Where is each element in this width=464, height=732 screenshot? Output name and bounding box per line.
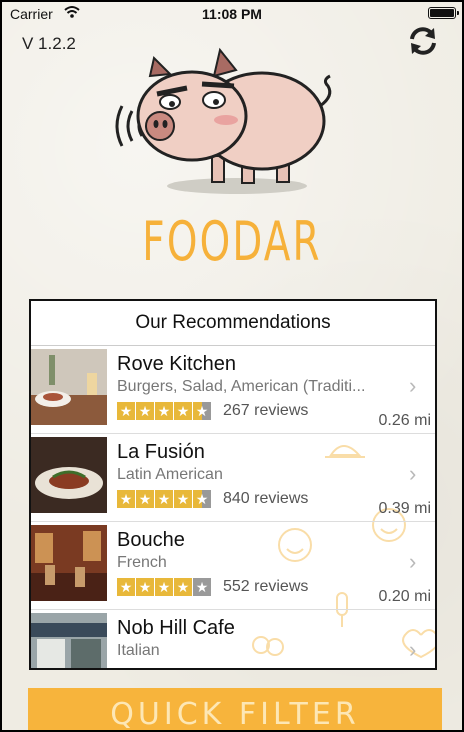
star-icon: ★	[136, 490, 154, 508]
quick-filter-button[interactable]: QUICK FILTER	[28, 688, 442, 730]
star-icon: ★	[193, 578, 211, 596]
distance-label: 0.26 mi	[378, 412, 431, 429]
chevron-right-icon: ›	[409, 637, 417, 662]
star-icon: ★	[193, 402, 211, 420]
app-version: V 1.2.2	[22, 34, 76, 53]
chevron-right-icon: ›	[409, 461, 417, 486]
distance-label: 0.39 mi	[378, 500, 431, 517]
restaurant-name: Rove Kitchen	[117, 353, 236, 375]
recommendations-card: Our Recommendations Rove Kitchen Burgers…	[29, 299, 437, 670]
app-screen: Carrier 11:08 PM V 1.2.2 FOODAR Our Reco…	[2, 2, 462, 730]
review-count: 840 reviews	[223, 490, 309, 507]
star-icon: ★	[174, 490, 192, 508]
restaurant-category: French	[117, 554, 167, 571]
star-icon: ★	[117, 578, 135, 596]
star-icon: ★	[117, 402, 135, 420]
star-rating: ★ ★ ★ ★ ★	[117, 490, 212, 508]
star-icon: ★	[174, 578, 192, 596]
refresh-icon[interactable]	[406, 24, 440, 58]
star-icon: ★	[193, 490, 211, 508]
restaurant-photo	[31, 437, 107, 513]
star-rating: ★ ★ ★ ★ ★	[117, 578, 212, 596]
star-icon: ★	[155, 578, 173, 596]
restaurant-name: Bouche	[117, 529, 185, 551]
star-icon: ★	[117, 490, 135, 508]
review-count: 267 reviews	[223, 402, 309, 419]
status-bar: Carrier 11:08 PM	[2, 2, 462, 26]
list-item[interactable]: Rove Kitchen Burgers, Salad, American (T…	[31, 345, 435, 434]
list-item[interactable]: Nob Hill Cafe Italian ›	[31, 609, 435, 668]
restaurant-photo	[31, 613, 107, 668]
restaurant-photo	[31, 349, 107, 425]
star-icon: ★	[136, 578, 154, 596]
star-icon: ★	[174, 402, 192, 420]
star-icon: ★	[155, 402, 173, 420]
star-rating: ★ ★ ★ ★ ★	[117, 402, 212, 420]
star-icon: ★	[155, 490, 173, 508]
status-time: 11:08 PM	[202, 6, 262, 22]
restaurant-category: Italian	[117, 642, 160, 659]
pig-mascot-icon	[115, 47, 332, 194]
recommendations-title: Our Recommendations	[31, 301, 435, 346]
chevron-right-icon: ›	[409, 549, 417, 574]
restaurant-photo	[31, 525, 107, 601]
distance-label: 0.20 mi	[378, 588, 431, 605]
restaurant-category: Latin American	[117, 466, 223, 483]
battery-icon	[428, 7, 459, 19]
restaurant-name: Nob Hill Cafe	[117, 617, 235, 639]
list-item[interactable]: Bouche French ★ ★ ★ ★ ★ 552 reviews › 0.20 m…	[31, 521, 435, 610]
brand-logo-text: FOODAR	[142, 210, 322, 273]
review-count: 552 reviews	[223, 578, 309, 595]
star-icon: ★	[136, 402, 154, 420]
restaurant-category: Burgers, Salad, American (Traditi...	[117, 378, 366, 395]
restaurant-name: La Fusión	[117, 441, 205, 463]
list-item[interactable]: La Fusión Latin American ★ ★ ★ ★ ★ 840 revie…	[31, 433, 435, 522]
chevron-right-icon: ›	[409, 373, 417, 398]
